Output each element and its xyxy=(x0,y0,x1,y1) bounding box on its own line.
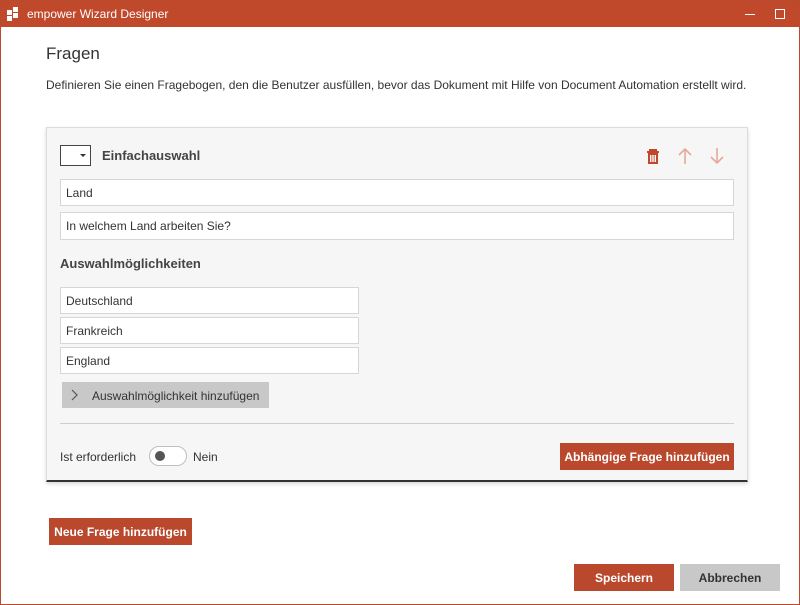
arrow-down-icon[interactable] xyxy=(708,147,726,165)
page-description: Definieren Sie einen Fragebogen, den die… xyxy=(46,78,747,92)
maximize-icon xyxy=(775,9,785,19)
wizard-window: empower Wizard Designer Fragen Definiere… xyxy=(0,0,800,605)
question-type-dropdown[interactable] xyxy=(60,145,91,166)
add-option-label: Auswahlmöglichkeit hinzufügen xyxy=(92,389,260,403)
dropdown-icon xyxy=(80,154,86,157)
minimize-icon xyxy=(745,14,755,15)
save-button[interactable]: Speichern xyxy=(574,564,674,591)
option-field[interactable]: Frankreich xyxy=(60,317,359,344)
add-option-button[interactable]: Auswahlmöglichkeit hinzufügen xyxy=(62,382,269,408)
question-name-field[interactable]: Land xyxy=(60,179,734,206)
minimize-button[interactable] xyxy=(737,1,763,27)
trash-icon[interactable] xyxy=(644,147,662,165)
cancel-button[interactable]: Abbrechen xyxy=(680,564,780,591)
question-text-field[interactable]: In welchem Land arbeiten Sie? xyxy=(60,212,734,240)
window-title: empower Wizard Designer xyxy=(27,7,169,21)
question-name-value: Land xyxy=(66,185,93,200)
arrow-up-icon[interactable] xyxy=(676,147,694,165)
option-value: Frankreich xyxy=(66,323,123,338)
option-field[interactable]: Deutschland xyxy=(60,287,359,314)
page-title: Fragen xyxy=(46,44,100,63)
divider xyxy=(60,423,734,424)
toggle-knob xyxy=(155,451,165,461)
required-state-label: Nein xyxy=(193,450,218,464)
option-field[interactable]: England xyxy=(60,347,359,374)
maximize-button[interactable] xyxy=(767,1,793,27)
required-label: Ist erforderlich xyxy=(60,450,137,464)
chevron-right-icon xyxy=(71,389,78,401)
option-value: England xyxy=(66,353,111,368)
options-heading: Auswahlmöglichkeiten xyxy=(60,256,201,271)
required-toggle[interactable] xyxy=(149,446,187,466)
add-dependent-question-button[interactable]: Abhängige Frage hinzufügen xyxy=(560,443,734,470)
option-value: Deutschland xyxy=(66,293,133,308)
question-card: Einfachauswahl Land In welchem Land arbe… xyxy=(46,127,748,482)
add-new-question-button[interactable]: Neue Frage hinzufügen xyxy=(49,518,192,545)
question-text-value: In welchem Land arbeiten Sie? xyxy=(66,219,231,233)
app-logo-icon xyxy=(7,7,18,21)
question-type-label: Einfachauswahl xyxy=(102,148,201,163)
title-bar: empower Wizard Designer xyxy=(1,1,799,27)
